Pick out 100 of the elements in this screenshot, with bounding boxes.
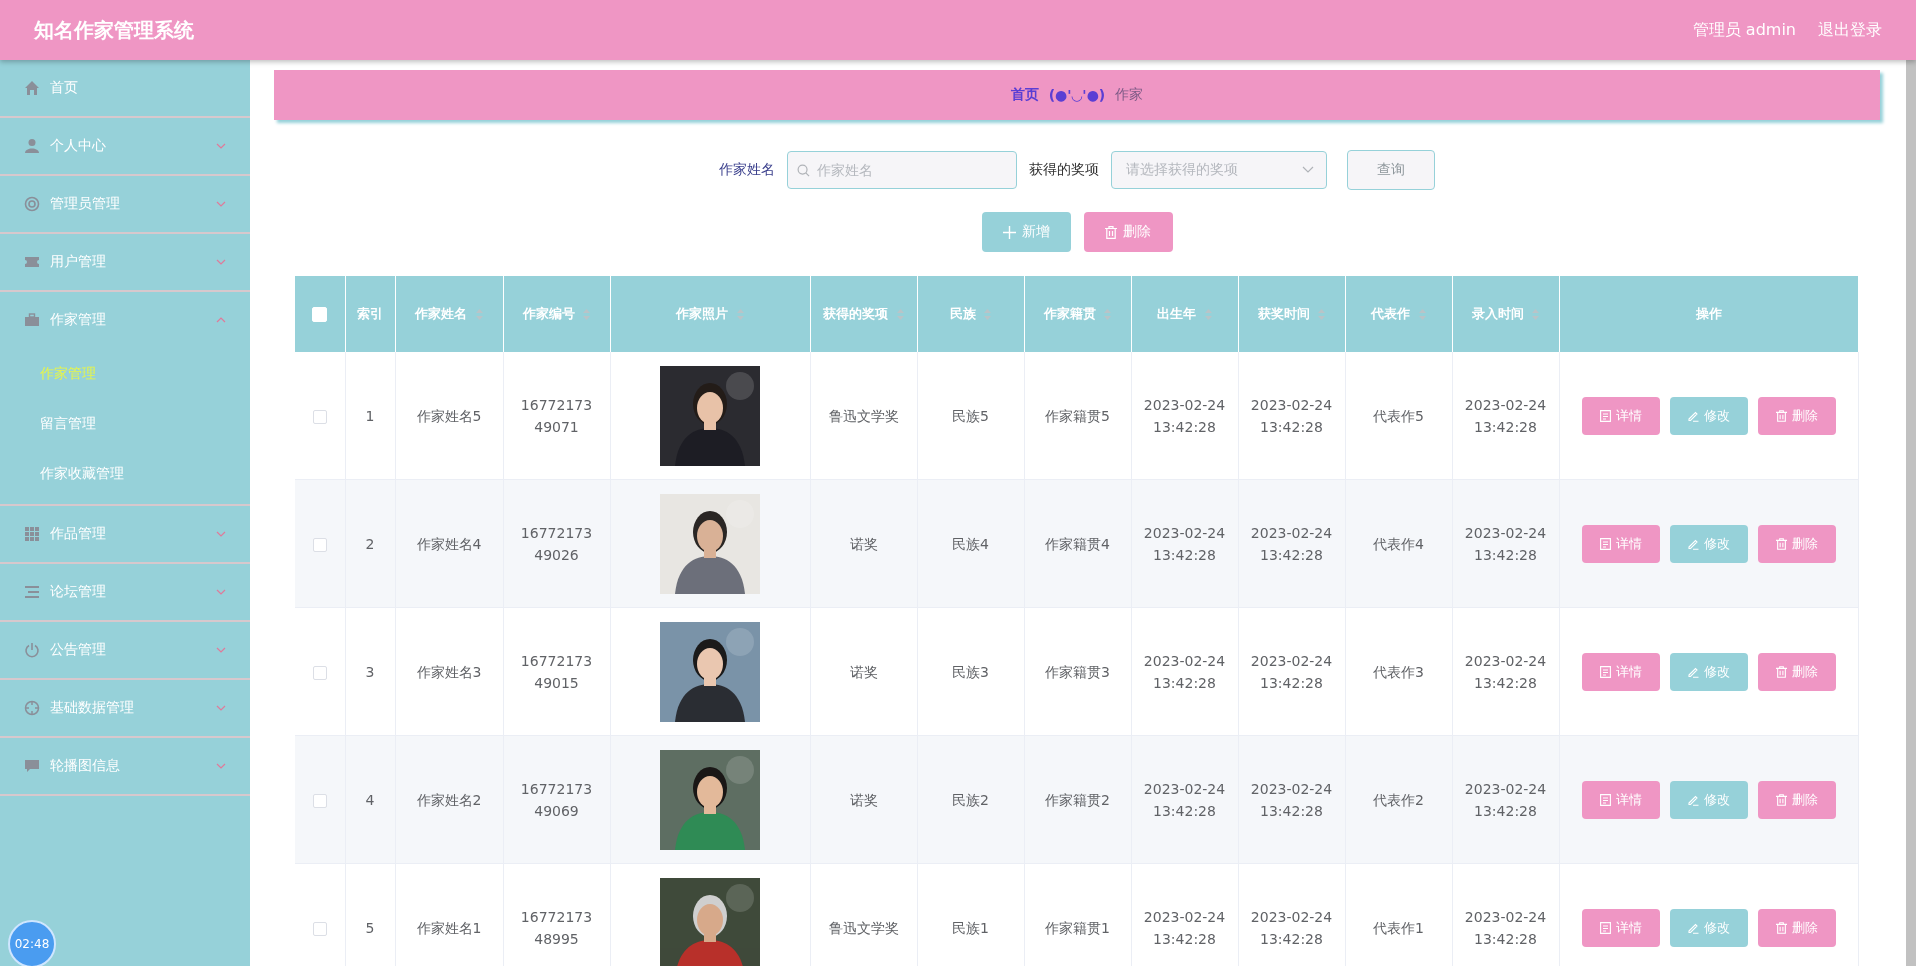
breadcrumb-current: 作家 bbox=[1115, 86, 1144, 104]
add-button[interactable]: 新增 bbox=[981, 212, 1071, 252]
sidebar-item[interactable]: 轮播图信息 bbox=[0, 738, 250, 794]
table-cell: 代表作2 bbox=[1373, 791, 1424, 808]
delete-button[interactable]: 删除 bbox=[1757, 524, 1836, 563]
chat-icon bbox=[24, 758, 40, 774]
table-cell: 2023-02-24 13:42:28 bbox=[1143, 908, 1226, 947]
table-cell: 诺奖 bbox=[849, 663, 878, 680]
table-cell: 2023-02-24 13:42:28 bbox=[1464, 780, 1547, 819]
table-cell: 诺奖 bbox=[849, 535, 878, 552]
edit-button[interactable]: 修改 bbox=[1669, 524, 1748, 563]
column-header[interactable]: 出生年 bbox=[1131, 276, 1238, 352]
table-cell: 2023-02-24 13:42:28 bbox=[1250, 652, 1333, 691]
sidebar-item[interactable]: 作家管理 bbox=[0, 292, 250, 348]
column-header[interactable]: 录入时间 bbox=[1452, 276, 1559, 352]
table-cell: 1677217349015 bbox=[520, 652, 593, 691]
table-cell: 民族5 bbox=[952, 407, 989, 424]
sort-icon bbox=[1532, 309, 1540, 320]
table-cell: 1 bbox=[365, 407, 375, 424]
detail-button[interactable]: 详情 bbox=[1581, 780, 1660, 819]
table-cell: 代表作4 bbox=[1373, 535, 1424, 552]
table-cell: 鲁迅文学奖 bbox=[828, 919, 899, 936]
table-cell: 2023-02-24 13:42:28 bbox=[1464, 524, 1547, 563]
table-cell: 作家籍贯4 bbox=[1045, 535, 1110, 552]
sort-icon bbox=[1318, 309, 1326, 320]
delete-button[interactable]: 删除 bbox=[1083, 212, 1173, 252]
column-header[interactable]: 作家编号 bbox=[503, 276, 610, 352]
edit-button[interactable]: 修改 bbox=[1669, 652, 1748, 691]
pencil-icon bbox=[1687, 409, 1699, 422]
row-checkbox[interactable] bbox=[312, 921, 327, 936]
table-cell: 2023-02-24 13:42:28 bbox=[1464, 908, 1547, 947]
query-button[interactable]: 查询 bbox=[1347, 150, 1435, 190]
table-cell: 作家姓名1 bbox=[416, 919, 482, 936]
chevron-icon bbox=[216, 647, 226, 653]
delete-button[interactable]: 删除 bbox=[1757, 908, 1836, 947]
column-header[interactable]: 获得的奖项 bbox=[810, 276, 917, 352]
sidebar-item[interactable]: 作品管理 bbox=[0, 506, 250, 562]
table-cell: 2023-02-24 13:42:28 bbox=[1250, 524, 1333, 563]
sidebar-item[interactable]: 首页 bbox=[0, 60, 250, 116]
table-cell: 作家籍贯1 bbox=[1045, 919, 1110, 936]
select-all-checkbox[interactable] bbox=[312, 307, 328, 322]
sidebar-item[interactable]: 论坛管理 bbox=[0, 564, 250, 620]
delete-button[interactable]: 删除 bbox=[1757, 396, 1836, 435]
table-cell: 作家姓名4 bbox=[416, 535, 482, 552]
row-checkbox[interactable] bbox=[312, 537, 327, 552]
pencil-icon bbox=[1687, 793, 1699, 806]
row-checkbox[interactable] bbox=[312, 665, 327, 680]
column-header[interactable]: 民族 bbox=[917, 276, 1024, 352]
submenu-item[interactable]: 作家收藏管理 bbox=[0, 448, 250, 498]
logout-link[interactable]: 退出登录 bbox=[1818, 19, 1882, 41]
table-cell: 2023-02-24 13:42:28 bbox=[1143, 780, 1226, 819]
pencil-icon bbox=[1687, 665, 1699, 678]
submenu-item[interactable]: 留言管理 bbox=[0, 398, 250, 448]
table-cell: 2 bbox=[365, 535, 375, 552]
row-checkbox[interactable] bbox=[312, 793, 327, 808]
lifebuoy-icon bbox=[24, 196, 40, 212]
sidebar-item[interactable]: 管理员管理 bbox=[0, 176, 250, 232]
column-header[interactable]: 获奖时间 bbox=[1238, 276, 1345, 352]
column-header[interactable]: 索引 bbox=[345, 276, 395, 352]
sidebar-item[interactable]: 个人中心 bbox=[0, 118, 250, 174]
table-cell: 3 bbox=[365, 663, 375, 680]
column-header[interactable]: 代表作 bbox=[1345, 276, 1452, 352]
trash-icon bbox=[1775, 921, 1787, 934]
edit-button[interactable]: 修改 bbox=[1669, 396, 1748, 435]
breadcrumb-link[interactable]: 首页 bbox=[1010, 86, 1039, 104]
sort-icon bbox=[736, 309, 744, 320]
field-label: 获得的奖项 bbox=[1029, 161, 1099, 179]
search-field[interactable]: 作家姓名 bbox=[787, 151, 1017, 189]
detail-button[interactable]: 详情 bbox=[1581, 652, 1660, 691]
column-header[interactable]: 作家照片 bbox=[610, 276, 810, 352]
column-header[interactable]: 作家姓名 bbox=[395, 276, 503, 352]
sidebar-item[interactable]: 公告管理 bbox=[0, 622, 250, 678]
delete-button[interactable]: 删除 bbox=[1757, 780, 1836, 819]
scrollbar[interactable] bbox=[1906, 60, 1916, 966]
edit-button[interactable]: 修改 bbox=[1669, 780, 1748, 819]
table-cell: 2023-02-24 13:42:28 bbox=[1143, 396, 1226, 435]
table-cell: 作家姓名3 bbox=[416, 663, 482, 680]
chevron-icon bbox=[216, 143, 226, 149]
table-cell: 作家籍贯2 bbox=[1045, 791, 1110, 808]
row-checkbox[interactable] bbox=[312, 409, 327, 424]
column-header[interactable]: 操作 bbox=[1559, 276, 1858, 352]
delete-button[interactable]: 删除 bbox=[1757, 652, 1836, 691]
caret-icon bbox=[1302, 166, 1314, 174]
award-select[interactable]: 请选择获得的奖项 bbox=[1111, 151, 1327, 189]
sidebar-item[interactable]: 基础数据管理 bbox=[0, 680, 250, 736]
detail-button[interactable]: 详情 bbox=[1581, 524, 1660, 563]
detail-button[interactable]: 详情 bbox=[1581, 908, 1660, 947]
column-header[interactable]: 作家籍贯 bbox=[1024, 276, 1131, 352]
sidebar-item[interactable]: 用户管理 bbox=[0, 234, 250, 290]
detail-button[interactable]: 详情 bbox=[1581, 396, 1660, 435]
document-icon bbox=[1599, 537, 1611, 550]
trash-icon bbox=[1775, 793, 1787, 806]
table-cell: 1677217349069 bbox=[520, 780, 593, 819]
table-cell: 4 bbox=[365, 791, 375, 808]
submenu-item[interactable]: 作家管理 bbox=[0, 348, 250, 398]
edit-button[interactable]: 修改 bbox=[1669, 908, 1748, 947]
table-cell: 1677217348995 bbox=[520, 908, 593, 947]
field-label: 作家姓名 bbox=[719, 161, 775, 179]
sort-icon bbox=[1104, 309, 1112, 320]
person-icon bbox=[24, 138, 40, 154]
